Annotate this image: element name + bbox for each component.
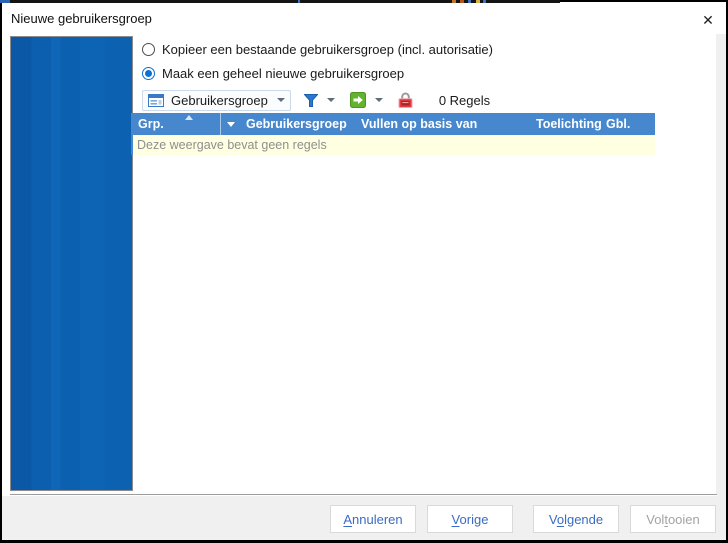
annuleren-button[interactable]: Annuleren: [330, 505, 416, 533]
background-chip: [483, 0, 486, 3]
radio-unselected-icon[interactable]: [142, 43, 155, 56]
rows-count-label: 0 Regels: [439, 93, 490, 108]
column-header-gbl[interactable]: Gbl.: [601, 113, 653, 135]
voltooien-button[interactable]: Voltooien: [630, 505, 716, 533]
empty-row: Deze weergave bevat geen regels: [131, 135, 655, 155]
filter-button[interactable]: [300, 91, 339, 110]
button-mnemonic: A: [343, 512, 352, 527]
results-table: Grp. Gebruikersgroep Vullen op basis van…: [131, 113, 655, 155]
column-header-vullen-op-basis-van[interactable]: Vullen op basis van: [356, 113, 531, 135]
background-chip: [298, 0, 300, 3]
button-mnemonic: V: [452, 512, 460, 527]
radio-new-group[interactable]: Maak een geheel nieuwe gebruikersgroep: [142, 65, 404, 81]
background-window-sliver: [0, 0, 728, 3]
footer: Annuleren Vorige Volgende Voltooien: [2, 496, 726, 541]
wizard-banner: [10, 36, 133, 491]
button-label-part: nnuleren: [352, 512, 403, 527]
empty-message: Deze weergave bevat geen regels: [137, 138, 327, 152]
export-button[interactable]: [346, 89, 387, 111]
background-chip: [460, 0, 464, 3]
column-header-toelichting[interactable]: Toelichting: [531, 113, 601, 135]
background-chip: [468, 0, 471, 3]
radio-copy-existing-label: Kopieer een bestaande gebruikersgroep (i…: [162, 42, 493, 57]
button-label-part: V: [549, 512, 557, 527]
column-filter-dropdown[interactable]: [221, 113, 241, 135]
background-chip: [476, 0, 480, 3]
form-icon: [148, 94, 164, 107]
column-label: Gbl.: [606, 117, 630, 131]
radio-copy-existing-group[interactable]: Kopieer een bestaande gebruikersgroep (i…: [142, 41, 493, 57]
gebruikersgroep-menu-button[interactable]: Gebruikersgroep: [142, 90, 291, 111]
chevron-down-icon: [327, 98, 335, 102]
column-label: Vullen op basis van: [361, 117, 477, 131]
close-icon[interactable]: ✕: [696, 9, 720, 31]
button-label-part: lgende: [564, 512, 603, 527]
title-bar: Nieuwe gebruikersgroep ✕: [2, 3, 726, 34]
radio-selected-icon[interactable]: [142, 67, 155, 80]
button-label-part: orige: [460, 512, 489, 527]
vorige-button[interactable]: Vorige: [427, 505, 513, 533]
column-label: Toelichting: [536, 117, 601, 131]
green-arrow-icon: [350, 92, 366, 108]
red-lock-icon: [398, 92, 413, 108]
filter-funnel-icon: [304, 94, 318, 107]
dialog-title: Nieuwe gebruikersgroep: [11, 11, 152, 26]
button-mnemonic: o: [557, 512, 564, 527]
background-chip: [0, 0, 10, 3]
table-header: Grp. Gebruikersgroep Vullen op basis van…: [131, 113, 655, 135]
button-label-part: ooien: [668, 512, 700, 527]
gebruikersgroep-menu-label: Gebruikersgroep: [171, 93, 268, 108]
column-header-grp[interactable]: Grp.: [133, 113, 221, 135]
volgende-button[interactable]: Volgende: [533, 505, 619, 533]
lock-button[interactable]: [394, 89, 417, 111]
chevron-down-icon: [277, 98, 285, 102]
column-header-gebruikersgroep[interactable]: Gebruikersgroep: [241, 113, 356, 135]
button-label-part: Vol: [646, 512, 664, 527]
new-user-group-dialog: Nieuwe gebruikersgroep ✕ Kopieer een bes…: [0, 0, 728, 543]
chevron-down-icon: [375, 98, 383, 102]
radio-new-group-label: Maak een geheel nieuwe gebruikersgroep: [162, 66, 404, 81]
filter-dropdown-icon: [227, 122, 235, 127]
sort-ascending-icon: [185, 115, 193, 120]
toolbar: Gebruikersgroep: [142, 87, 490, 113]
column-label: Gebruikersgroep: [246, 117, 347, 131]
column-label: Grp.: [138, 117, 164, 131]
background-chip: [452, 0, 456, 3]
right-margin: [716, 34, 726, 496]
